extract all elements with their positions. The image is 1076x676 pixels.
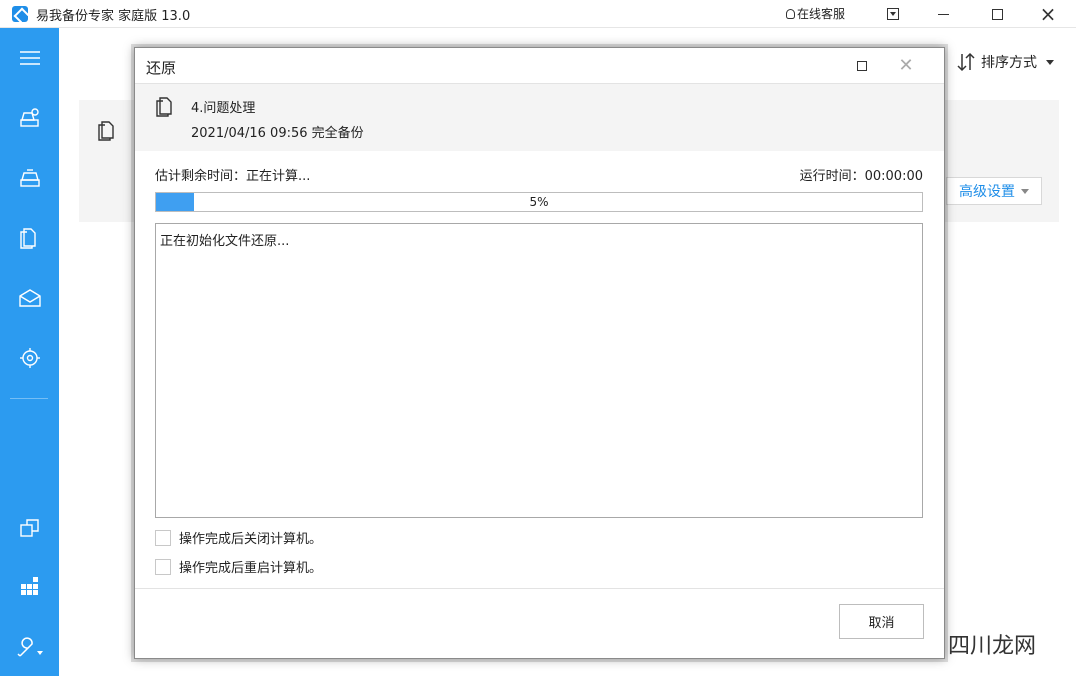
sidebar-item-tools[interactable] — [0, 566, 59, 606]
minimize-button[interactable] — [920, 0, 966, 28]
cancel-button[interactable]: 取消 — [839, 604, 924, 639]
dialog-footer-divider — [135, 588, 944, 589]
advanced-settings-label: 高级设置 — [959, 184, 1015, 200]
hamburger-menu-icon — [19, 51, 40, 65]
remaining-time-value: 正在计算... — [246, 169, 311, 184]
run-time-value: 00:00:00 — [864, 169, 923, 184]
restart-after-option[interactable]: 操作完成后重启计算机。 — [155, 557, 322, 576]
app-logo-icon — [12, 6, 28, 22]
close-icon: ✕ — [898, 54, 914, 76]
mail-icon — [18, 289, 41, 307]
grid-tools-icon — [20, 577, 38, 595]
restart-option-label: 操作完成后重启计算机。 — [179, 561, 323, 576]
sidebar-item-clone[interactable] — [0, 508, 59, 548]
dialog-header: 还原 ✕ — [135, 48, 944, 84]
minimize-icon — [937, 13, 949, 15]
menu-dropdown-button[interactable] — [870, 0, 916, 28]
close-button[interactable]: × — [1025, 0, 1071, 28]
progress-percent: 5% — [529, 195, 549, 209]
clone-icon — [19, 519, 39, 537]
run-time-label: 运行时间： — [799, 169, 865, 184]
restore-dialog: 还原 ✕ 4.问题处理 2021/04/16 09:56 完全备份 估计剩余时间… — [134, 47, 945, 659]
sidebar-menu-button[interactable] — [0, 38, 59, 78]
disk-backup-icon — [19, 108, 39, 127]
restart-checkbox[interactable] — [155, 558, 171, 575]
backup-date-type: 2021/04/16 09:56 完全备份 — [191, 126, 364, 141]
remaining-time: 估计剩余时间：正在计算... — [155, 165, 310, 184]
files-icon — [19, 228, 36, 249]
shutdown-after-option[interactable]: 操作完成后关闭计算机。 — [155, 528, 322, 547]
advanced-settings-button[interactable]: 高级设置 — [946, 177, 1042, 205]
backup-name: 4.问题处理 — [191, 101, 256, 116]
drive-icon — [19, 169, 40, 187]
remaining-time-label: 估计剩余时间： — [155, 169, 247, 184]
sort-button[interactable]: 排序方式 — [957, 52, 1054, 72]
maximize-icon — [991, 8, 1003, 20]
sidebar-item-mail-backup[interactable] — [0, 278, 59, 318]
dialog-close-button[interactable]: ✕ — [891, 53, 921, 77]
file-backup-icon — [155, 96, 175, 122]
dialog-maximize-button[interactable] — [847, 54, 877, 78]
sort-caret-icon — [1046, 59, 1054, 65]
sidebar-item-system-backup[interactable] — [0, 98, 59, 138]
sidebar-item-settings[interactable] — [0, 628, 59, 668]
run-time: 运行时间：00:00:00 — [800, 165, 923, 184]
sort-arrows-icon — [957, 52, 975, 72]
dropdown-box-icon — [887, 8, 899, 20]
progress-bar: 5% — [155, 192, 923, 212]
watermark-text: 四川龙网 — [948, 634, 1037, 659]
target-icon — [19, 348, 40, 368]
log-output: 正在初始化文件还原... — [155, 223, 923, 518]
advanced-caret-icon — [1021, 188, 1029, 194]
shutdown-checkbox[interactable] — [155, 529, 171, 546]
sidebar-divider — [10, 398, 48, 399]
dialog-title: 还原 — [146, 59, 177, 77]
app-title: 易我备份专家 家庭版 13.0 — [36, 9, 191, 24]
wrench-icon — [16, 637, 43, 657]
backup-info-panel: 4.问题处理 2021/04/16 09:56 完全备份 — [135, 84, 944, 151]
maximize-button[interactable] — [974, 0, 1020, 28]
sort-label: 排序方式 — [981, 55, 1037, 71]
sidebar-item-disk-backup[interactable] — [0, 158, 59, 198]
online-service-label: 在线客服 — [797, 7, 846, 21]
file-backup-card-icon — [97, 120, 117, 146]
sidebar-item-smart-backup[interactable] — [0, 338, 59, 378]
maximize-icon — [857, 61, 867, 71]
online-service-button[interactable]: 在线客服 — [786, 5, 845, 22]
sidebar-item-file-backup[interactable] — [0, 218, 59, 258]
sidebar — [0, 28, 59, 676]
headset-icon — [786, 9, 795, 19]
close-icon: × — [1039, 2, 1057, 26]
title-bar: 易我备份专家 家庭版 13.0 在线客服 × — [0, 0, 1076, 28]
shutdown-option-label: 操作完成后关闭计算机。 — [179, 532, 323, 547]
